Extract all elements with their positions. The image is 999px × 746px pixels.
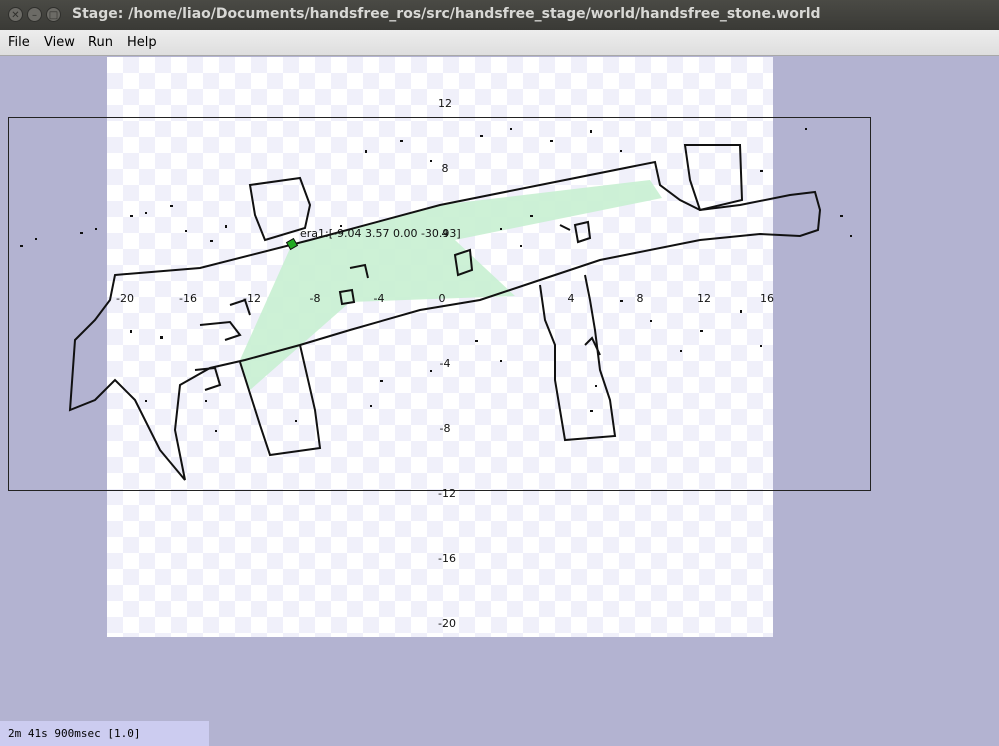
y-tick-label: -12 [438,487,456,500]
robot-label: era1:[-9.04 3.57 0.00 -30.93] [300,227,461,240]
x-tick-label: 12 [697,292,711,305]
y-tick-label: -16 [438,552,456,565]
x-tick-label: -20 [116,292,134,305]
x-tick-label: 8 [637,292,644,305]
x-tick-label: 16 [760,292,774,305]
y-tick-label: -8 [440,422,451,435]
x-tick-label: -8 [310,292,321,305]
y-tick-label: -4 [440,357,451,370]
y-tick-label: 12 [438,97,452,110]
x-tick-label: 0 [439,292,446,305]
y-tick-label: -20 [438,617,456,630]
x-tick-label: 4 [568,292,575,305]
x-tick-label: -16 [179,292,197,305]
x-tick-label: -12 [243,292,261,305]
y-tick-label: 8 [442,162,449,175]
stage-world[interactable]: -20 -16 -12 -8 -4 0 4 8 12 16 12 8 4 -4 … [0,0,999,746]
status-clock: 2m 41s 900msec [1.0] [0,721,209,746]
x-tick-label: -4 [374,292,385,305]
